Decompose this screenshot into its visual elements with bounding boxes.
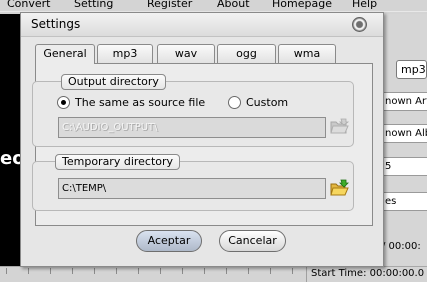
timeline-ruler[interactable] — [0, 268, 306, 280]
track-field[interactable]: 5 — [382, 157, 427, 176]
folder-disabled-icon — [329, 116, 350, 136]
close-icon[interactable] — [352, 17, 367, 32]
menu-homepage[interactable]: Homepage — [272, 0, 332, 10]
dialog-title: Settings — [31, 17, 81, 31]
menu-bar: Convert Setting Register About Homepage … — [0, 0, 427, 12]
artist-field[interactable]: nown Arti — [382, 92, 427, 111]
accept-button[interactable]: Aceptar — [136, 230, 202, 252]
time-display: / 00:00: — [382, 241, 421, 252]
tab-mp3[interactable]: mp3 — [97, 44, 153, 63]
genre-field[interactable]: es — [382, 192, 427, 211]
format-select[interactable]: mp3 — [396, 60, 427, 79]
menu-help[interactable]: Help — [352, 0, 377, 10]
menu-about[interactable]: About — [217, 0, 250, 10]
tab-wma[interactable]: wma — [278, 44, 336, 63]
tab-ogg[interactable]: ogg — [217, 44, 276, 63]
dialog-titlebar[interactable]: Settings — [21, 13, 383, 37]
start-time-label: Start Time: 00:00:00.0 — [306, 266, 424, 282]
radio-custom-label[interactable]: Custom — [246, 96, 288, 109]
radio-same-as-source[interactable] — [57, 96, 70, 109]
folder-open-icon[interactable] — [329, 178, 349, 198]
tab-wav[interactable]: wav — [157, 44, 215, 63]
menu-setting[interactable]: Setting — [74, 0, 113, 10]
radio-same-as-source-label[interactable]: The same as source file — [75, 96, 205, 109]
album-field[interactable]: nown Alb — [382, 124, 427, 143]
output-directory-label: Output directory — [61, 74, 166, 90]
output-path-field: C:\AUDIO_OUTPUT\ — [58, 117, 326, 138]
cancel-button[interactable]: Cancelar — [219, 230, 286, 252]
video-preview: eo — [0, 14, 25, 267]
radio-custom[interactable] — [228, 96, 241, 109]
temporary-directory-label: Temporary directory — [55, 154, 181, 170]
menu-register[interactable]: Register — [147, 0, 192, 10]
tab-general[interactable]: General — [35, 44, 95, 64]
menu-convert[interactable]: Convert — [7, 0, 51, 10]
temp-path-field[interactable]: C:\TEMP\ — [58, 178, 326, 199]
